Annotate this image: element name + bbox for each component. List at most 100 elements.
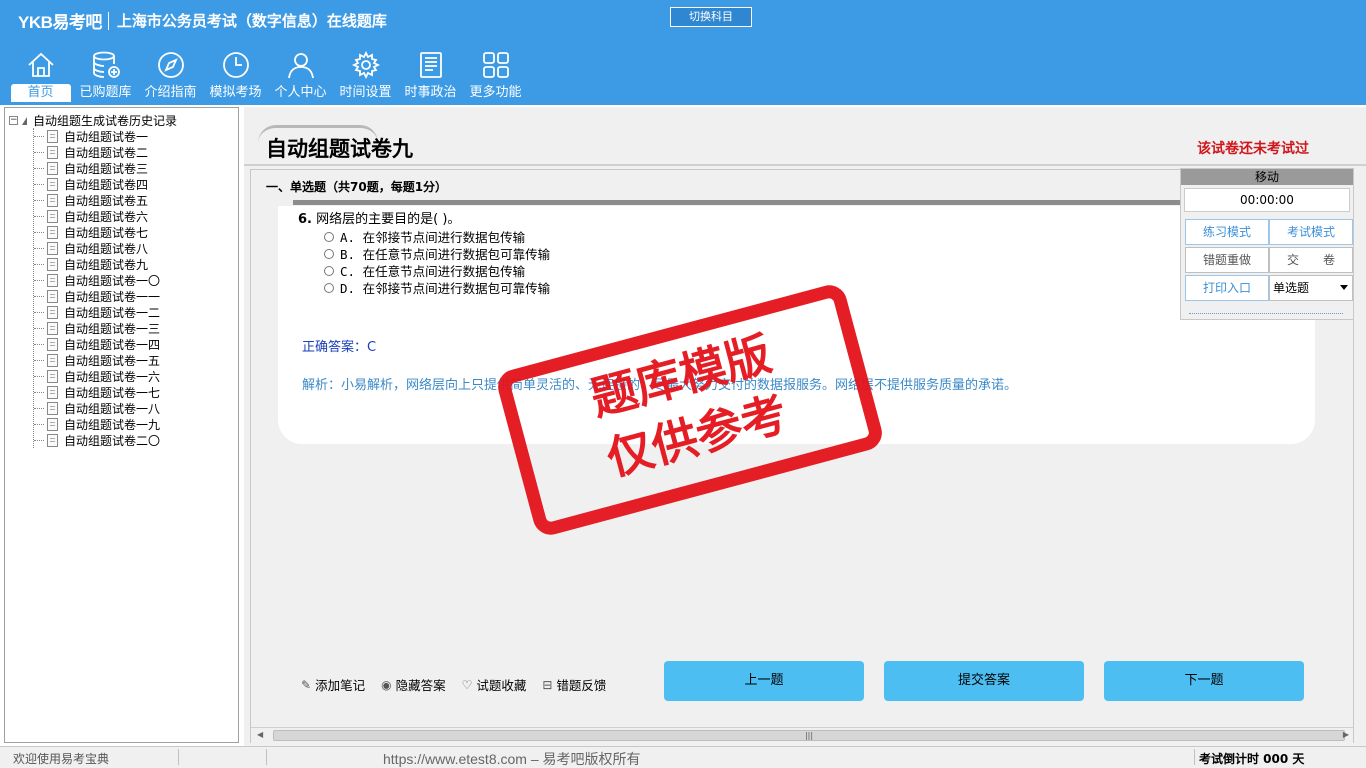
status-bar: 欢迎使用易考宝典 https://www.etest8.com – 易考吧版权所… [0, 746, 1366, 768]
document-icon [47, 241, 58, 255]
scroll-right-icon[interactable]: ▶ [1343, 730, 1349, 739]
tree-root[interactable]: − 自动组题生成试卷历史记录 [9, 112, 177, 129]
favorite-button[interactable]: ♡ 试题收藏 [462, 675, 527, 694]
nav-guide[interactable]: 介绍指南 [138, 48, 203, 104]
tree-item[interactable]: 自动组题试卷一五 [34, 352, 160, 368]
database-icon [89, 48, 123, 82]
tree-item[interactable]: 自动组题试卷三 [34, 160, 160, 176]
radio-b[interactable] [324, 248, 334, 259]
next-question-button[interactable]: 下一题 [1104, 661, 1304, 701]
exam-mode-button[interactable]: 考试模式 [1269, 219, 1353, 245]
tree-item[interactable]: 自动组题试卷五 [34, 192, 160, 208]
tree-item-label: 自动组题试卷五 [64, 193, 149, 208]
question-text: 网络层的主要目的是( )。 [316, 212, 461, 227]
exam-countdown: 考试倒计时 000 天 [1199, 752, 1305, 766]
tree-item[interactable]: 自动组题试卷八 [34, 240, 160, 256]
grid-icon [479, 48, 513, 82]
tree-item-label: 自动组题试卷一 [64, 129, 149, 144]
document-icon [47, 225, 58, 239]
tree-item[interactable]: 自动组题试卷六 [34, 208, 160, 224]
document-icon [47, 401, 58, 415]
scrollbar-thumb[interactable]: ||| [273, 730, 1345, 741]
panel-resize-line [1189, 313, 1343, 314]
tree-item[interactable]: 自动组题试卷一一 [34, 288, 160, 304]
nav-home[interactable]: 首页 [8, 48, 73, 104]
tree-item[interactable]: 自动组题试卷一 [34, 128, 160, 144]
document-edit-icon [47, 257, 58, 271]
feedback-button[interactable]: ⊟ 错题反馈 [542, 675, 606, 694]
hide-answer-button[interactable]: ◉ 隐藏答案 [381, 675, 446, 694]
user-icon [284, 48, 318, 82]
hand-in-button[interactable]: 交 卷 [1269, 247, 1353, 273]
section-heading: 一、单选题（共70题，每题1分） [266, 180, 448, 194]
document-icon [47, 417, 58, 431]
tree-item-label: 自动组题试卷一五 [64, 353, 161, 368]
collapse-toggle-icon[interactable]: − [9, 116, 18, 125]
radio-a[interactable] [324, 231, 334, 242]
redo-wrong-button[interactable]: 错题重做 [1185, 247, 1269, 273]
nav-profile[interactable]: 个人中心 [268, 48, 333, 104]
tree-item-label: 自动组题试卷一二 [64, 305, 161, 320]
tree-item-label: 自动组题试卷六 [64, 209, 149, 224]
panel-buttons: 练习模式 考试模式 错题重做 交 卷 打印入口 单选题 [1185, 219, 1353, 303]
horizontal-scrollbar[interactable]: ◀ ||| ▶ [251, 727, 1353, 743]
exam-timer: 00:00:00 [1184, 188, 1350, 212]
tree-item[interactable]: 自动组题试卷一二 [34, 304, 160, 320]
tree-item[interactable]: 自动组题试卷二 [34, 144, 160, 160]
status-divider [1194, 749, 1195, 765]
document-icon [47, 353, 58, 367]
nav-mock-exam-label: 模拟考场 [209, 85, 262, 100]
tree-item-label: 自动组题试卷一九 [64, 417, 161, 432]
option-d[interactable]: D. 在邻接节点间进行数据包可靠传输 [324, 278, 550, 297]
title-divider [244, 164, 1366, 166]
switch-subject-button[interactable]: 切换科目 [670, 7, 752, 27]
feedback-label: 错题反馈 [556, 678, 607, 693]
tree-item[interactable]: 自动组题试卷一八 [34, 400, 160, 416]
scroll-left-icon[interactable]: ◀ [257, 730, 263, 739]
tree-item[interactable]: 自动组题试卷一七 [34, 384, 160, 400]
tree-root-label: 自动组题生成试卷历史记录 [33, 114, 178, 128]
tree-item[interactable]: 自动组题试卷四 [34, 176, 160, 192]
radio-c[interactable] [324, 265, 334, 276]
news-icon [414, 48, 448, 82]
tree-item[interactable]: 自动组题试卷一三 [34, 320, 160, 336]
radio-d[interactable] [324, 282, 334, 293]
document-icon [47, 385, 58, 399]
tree-item-label: 自动组题试卷一〇 [64, 273, 161, 288]
nav-purchased[interactable]: 已购题库 [73, 48, 138, 104]
tree-item-label: 自动组题试卷三 [64, 161, 149, 176]
question-type-select[interactable]: 单选题 [1269, 275, 1353, 301]
tree-item[interactable]: 自动组题试卷一〇 [34, 272, 160, 288]
nav-current-affairs-label: 时事政治 [404, 85, 457, 100]
tree-item[interactable]: 自动组题试卷一九 [34, 416, 160, 432]
tree-item-selected[interactable]: 自动组题试卷九 [34, 256, 160, 272]
folder-icon [22, 116, 27, 125]
tree-item-label: 自动组题试卷二〇 [64, 433, 161, 448]
add-note-label: 添加笔记 [315, 678, 366, 693]
nav-time-settings[interactable]: 时间设置 [333, 48, 398, 104]
tree-item[interactable]: 自动组题试卷二〇 [34, 432, 160, 448]
tree-item[interactable]: 自动组题试卷七 [34, 224, 160, 240]
prev-question-button[interactable]: 上一题 [664, 661, 864, 701]
panel-move-handle[interactable]: 移动 [1181, 169, 1353, 185]
feedback-icon: ⊟ [542, 677, 553, 692]
nav-profile-label: 个人中心 [274, 85, 327, 100]
app-title: 上海市公务员考试（数字信息）在线题库 [116, 12, 387, 30]
tree-item[interactable]: 自动组题试卷一六 [34, 368, 160, 384]
nav-home-label: 首页 [10, 84, 71, 102]
add-note-button[interactable]: ✎ 添加笔记 [301, 675, 365, 694]
tree-item-label: 自动组题试卷四 [64, 177, 149, 192]
question-number: 6. [298, 212, 312, 227]
home-icon [24, 48, 58, 82]
tree-item-label: 自动组题试卷一八 [64, 401, 161, 416]
print-button[interactable]: 打印入口 [1185, 275, 1269, 301]
document-icon [47, 305, 58, 319]
nav-current-affairs[interactable]: 时事政治 [398, 48, 463, 104]
correct-answer: 正确答案：C [302, 340, 377, 355]
submit-answer-button[interactable]: 提交答案 [884, 661, 1084, 701]
nav-more[interactable]: 更多功能 [463, 48, 528, 104]
tree-item[interactable]: 自动组题试卷一四 [34, 336, 160, 352]
nav-mock-exam[interactable]: 模拟考场 [203, 48, 268, 104]
brand-divider [107, 11, 109, 30]
practice-mode-button[interactable]: 练习模式 [1185, 219, 1269, 245]
